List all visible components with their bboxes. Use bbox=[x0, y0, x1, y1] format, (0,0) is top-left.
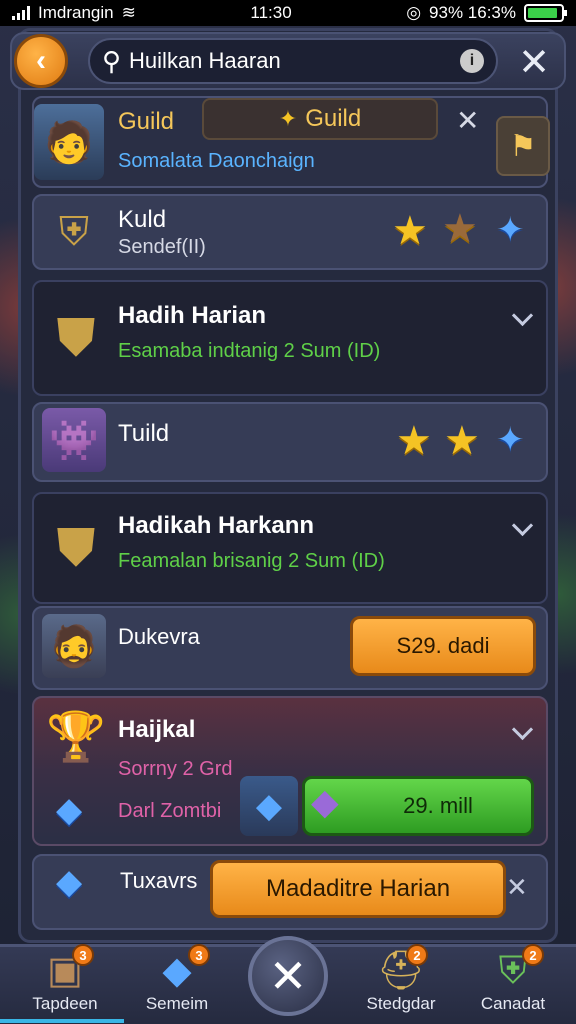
tab-semeim[interactable]: ◆ Semeim bbox=[122, 948, 232, 1022]
item-subtitle-secondary: Darl Zomtbi bbox=[118, 800, 222, 822]
gem-icon: ◆ bbox=[162, 950, 192, 992]
item-title: Kuld bbox=[118, 206, 167, 233]
guild-tab-label: Guild bbox=[305, 105, 362, 132]
close-button[interactable]: ✕ bbox=[512, 40, 556, 84]
gem-icon: ✦ bbox=[496, 211, 525, 249]
player-avatar[interactable]: 🧑 bbox=[34, 104, 104, 180]
notification-badge: 2 bbox=[406, 944, 428, 966]
list-item[interactable] bbox=[32, 280, 548, 396]
tab-label: Stedgdar bbox=[366, 994, 436, 1013]
item-title: Haijkal bbox=[118, 716, 196, 743]
status-time: 11:30 bbox=[250, 3, 292, 22]
search-input[interactable] bbox=[129, 48, 460, 74]
tab-canadat[interactable]: ⛨ Canadat bbox=[458, 948, 568, 1022]
search-icon: ⚲ bbox=[102, 45, 122, 76]
shield-icon: ⛨ bbox=[59, 209, 89, 254]
notification-badge: 3 bbox=[72, 944, 94, 966]
notification-badge: 2 bbox=[522, 944, 544, 966]
guild-crest-icon: ✦ bbox=[278, 106, 298, 131]
back-button[interactable]: ‹ bbox=[14, 34, 68, 88]
guild-tab-close-icon[interactable]: ✕ bbox=[456, 104, 479, 137]
tab-label: Canadat bbox=[480, 994, 546, 1013]
item-title: Tuxavrs bbox=[120, 868, 198, 893]
battery-text: 93% 16:3% bbox=[429, 3, 516, 22]
close-icon: ✕ bbox=[268, 950, 308, 1002]
shield-icon: ⛨ bbox=[498, 950, 528, 992]
close-icon: ✕ bbox=[518, 41, 550, 84]
battery-icon bbox=[524, 4, 567, 22]
item-title: Dukevra bbox=[118, 624, 200, 649]
claim-button[interactable]: ◆ 29. mill bbox=[302, 776, 534, 836]
item-subtitle: Sendef(II) bbox=[118, 236, 206, 258]
chevron-down-icon[interactable] bbox=[510, 306, 534, 330]
list-item[interactable] bbox=[32, 492, 548, 604]
action-button[interactable]: Madaditre Harian bbox=[210, 860, 506, 918]
active-tab-indicator bbox=[0, 1019, 124, 1023]
tab-label: Semeim bbox=[145, 994, 209, 1013]
blue-crystal-icon: ◆ bbox=[240, 776, 298, 836]
crystal-icon: ◆ bbox=[56, 791, 83, 829]
chevron-down-icon[interactable] bbox=[510, 720, 534, 744]
search-bar[interactable]: ⚲ i bbox=[88, 38, 498, 84]
star-icon: ★ bbox=[396, 419, 432, 463]
armor-icon: ⛊ bbox=[56, 518, 96, 577]
item-title: Hadikah Harkann bbox=[118, 512, 315, 539]
alarm-icon: ◎ bbox=[406, 3, 422, 22]
guild-menu-button[interactable]: ⚑ bbox=[496, 116, 550, 176]
star-icon: ★ bbox=[392, 209, 428, 253]
hero-portrait-icon: 🧔 bbox=[42, 614, 106, 678]
bronze-star-icon: ★ bbox=[442, 207, 478, 251]
carrier-name: Imdrangin bbox=[38, 3, 114, 22]
claim-button-label: 29. mill bbox=[403, 793, 473, 818]
tab-tapdeen[interactable]: ▣ Tapdeen bbox=[10, 948, 120, 1022]
notification-badge: 3 bbox=[188, 944, 210, 966]
item-subtitle: Sorrny 2 Grd bbox=[118, 758, 233, 780]
crystal-icon: ◆ bbox=[56, 863, 83, 901]
info-icon[interactable]: i bbox=[460, 49, 484, 73]
tab-label: Tapdeen bbox=[32, 994, 98, 1013]
status-bar: Imdrangin ≋ 11:30 ◎ 93% 16:3% bbox=[0, 0, 576, 26]
dismiss-icon[interactable]: ✕ bbox=[506, 872, 528, 903]
chevron-left-icon: ‹ bbox=[36, 44, 46, 77]
item-subtitle: Feamalan brisanig 2 Sum (ID) bbox=[118, 550, 385, 572]
chest-icon: ▣ bbox=[47, 950, 83, 992]
armor-icon: ⛊ bbox=[56, 308, 96, 367]
item-title: Hadih Harian bbox=[118, 302, 267, 329]
purple-gem-icon: ◆ bbox=[311, 781, 339, 822]
signal-icon bbox=[12, 6, 30, 20]
center-close-button[interactable]: ✕ bbox=[248, 936, 328, 1016]
item-subtitle: Esamaba indtanig 2 Sum (ID) bbox=[118, 340, 381, 362]
wifi-icon: ≋ bbox=[121, 3, 136, 22]
tab-stedgdar[interactable]: ⛑ Stedgdar bbox=[346, 948, 456, 1022]
guild-flag-icon: ⚑ bbox=[509, 129, 537, 163]
guild-tab[interactable]: ✦ Guild bbox=[202, 98, 438, 140]
item-title: Tuild bbox=[118, 420, 170, 447]
creature-portrait-icon: 👾 bbox=[42, 408, 106, 472]
guild-title: Guild bbox=[118, 108, 175, 135]
helmet-icon: ⛑ bbox=[376, 950, 426, 992]
chevron-down-icon[interactable] bbox=[510, 516, 534, 540]
guild-subtitle: Somalata Daonchaign bbox=[118, 150, 315, 172]
hero-portrait-icon: 🧑 bbox=[44, 120, 94, 165]
trophy-icon: 🏆 bbox=[46, 710, 106, 764]
gem-icon: ✦ bbox=[496, 421, 525, 459]
star-icon: ★ bbox=[444, 419, 480, 463]
price-button[interactable]: S29. dadi bbox=[350, 616, 536, 676]
